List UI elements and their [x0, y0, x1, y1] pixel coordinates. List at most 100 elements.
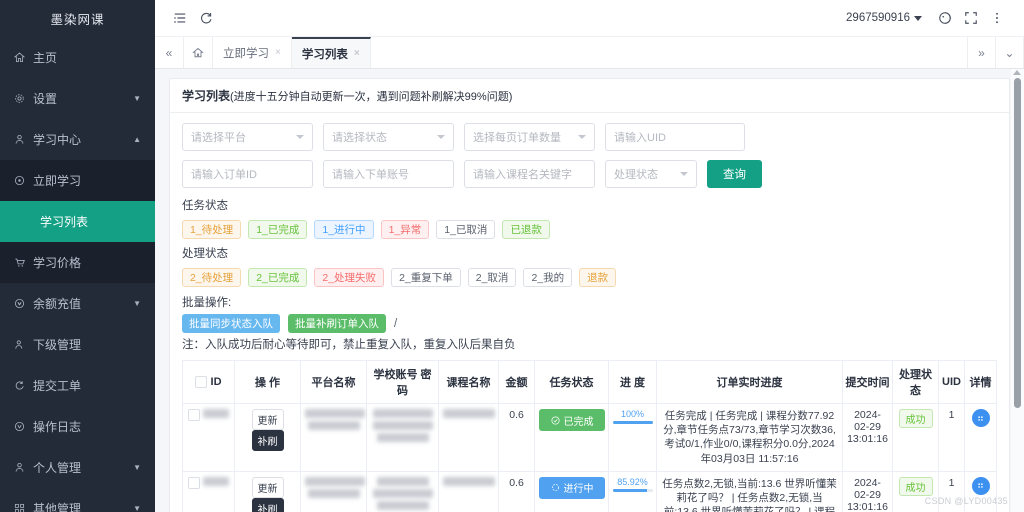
process-status-tag-failed[interactable]: 2_处理失败: [314, 268, 384, 287]
row-checkbox[interactable]: [188, 477, 200, 489]
home-icon[interactable]: [184, 37, 213, 68]
cart-icon: [14, 257, 31, 268]
sidebar-item-operation-log[interactable]: 操作日志: [0, 406, 155, 447]
cell-detail: [965, 404, 997, 472]
sidebar-item-label: 立即学习: [31, 172, 141, 189]
uid-input-placeholder: 请输入UID: [614, 129, 666, 145]
col-process-status: 处理状态: [893, 361, 939, 404]
account-input[interactable]: 请输入下单账号: [323, 160, 454, 188]
process-status-tag-mine[interactable]: 2_我的: [523, 268, 572, 287]
tabbar-dropdown-icon[interactable]: ⌄: [996, 37, 1024, 68]
process-status-title: 处理状态: [182, 245, 997, 261]
update-button[interactable]: 更新: [252, 409, 284, 430]
page-size-select[interactable]: 选择每页订单数量: [464, 123, 595, 151]
task-status-tag-pending[interactable]: 1_待处理: [182, 220, 241, 239]
process-status-tag-completed[interactable]: 2_已完成: [248, 268, 307, 287]
redacted-platform: [308, 489, 360, 498]
user-id-dropdown[interactable]: 2967590916: [846, 12, 922, 24]
cell-platform: [301, 471, 367, 512]
select-all-checkbox[interactable]: [195, 376, 207, 388]
chevron-down-icon: [437, 135, 445, 139]
cell-school-account: [367, 471, 439, 512]
query-button[interactable]: 查询: [707, 160, 762, 188]
sidebar-item-study-now[interactable]: 立即学习: [0, 160, 155, 201]
order-id-input-placeholder: 请输入订单ID: [191, 166, 257, 182]
task-status-badge[interactable]: 进行中: [539, 477, 605, 499]
tab-study-list[interactable]: 学习列表 ×: [292, 37, 371, 68]
tab-label: 立即学习: [223, 45, 269, 61]
order-id-input[interactable]: 请输入订单ID: [182, 160, 313, 188]
tab-study-now[interactable]: 立即学习 ×: [213, 37, 292, 68]
tabbar-collapse-left-icon[interactable]: «: [155, 37, 184, 68]
process-status-tag-duplicate[interactable]: 2_重复下单: [391, 268, 461, 287]
sidebar-item-label: 学习价格: [31, 254, 141, 271]
sidebar-item-label: 提交工单: [31, 377, 141, 394]
sidebar-item-label: 下级管理: [31, 336, 141, 353]
more-vertical-icon[interactable]: [984, 5, 1010, 31]
refresh-button[interactable]: 补刷: [252, 498, 284, 512]
target-icon: [14, 175, 31, 186]
refresh-icon[interactable]: [193, 5, 219, 31]
platform-select[interactable]: 请选择平台: [182, 123, 313, 151]
grid-dots-icon[interactable]: [972, 409, 990, 427]
process-status-tag-refund[interactable]: 退款: [579, 268, 616, 287]
close-icon[interactable]: ×: [275, 47, 281, 58]
ticket-icon: [14, 380, 31, 391]
sidebar-item-subordinate[interactable]: 下级管理: [0, 324, 155, 365]
cell-progress: 85.92%: [609, 471, 657, 512]
scroll-up-arrow-icon[interactable]: [1013, 70, 1021, 75]
col-operation: 操 作: [235, 361, 301, 404]
refresh-button[interactable]: 补刷: [252, 430, 284, 451]
palette-icon[interactable]: [932, 5, 958, 31]
sidebar-item-home[interactable]: 主页: [0, 37, 155, 78]
home-icon: [14, 52, 31, 63]
task-status-tag-completed[interactable]: 1_已完成: [248, 220, 307, 239]
process-status-select[interactable]: 处理状态: [605, 160, 697, 188]
fullscreen-icon[interactable]: [958, 5, 984, 31]
vertical-scrollbar-thumb[interactable]: [1014, 78, 1021, 408]
filter-row-2: 请输入订单ID 请输入下单账号 请输入课程名关键字 处理状态 查询: [182, 160, 997, 188]
process-status-tag-cancel[interactable]: 2_取消: [468, 268, 517, 287]
process-status-tag-pending[interactable]: 2_待处理: [182, 268, 241, 287]
chevron-down-icon: [914, 16, 922, 21]
hamburger-icon[interactable]: [167, 5, 193, 31]
close-icon[interactable]: ×: [354, 48, 360, 59]
cell-progress: 100%: [609, 404, 657, 472]
cell-amount: 0.6: [499, 471, 535, 512]
course-keyword-input[interactable]: 请输入课程名关键字: [464, 160, 595, 188]
task-status-tag-running[interactable]: 1_进行中: [314, 220, 373, 239]
task-status-tag-abnormal[interactable]: 1_异常: [381, 220, 430, 239]
sidebar-item-label: 其他管理: [31, 500, 133, 512]
sidebar-item-settings[interactable]: 设置 ▼: [0, 78, 155, 119]
tabbar-collapse-right-icon[interactable]: »: [968, 37, 996, 68]
sidebar-item-study-center[interactable]: 学习中心 ▲: [0, 119, 155, 160]
task-status-badge[interactable]: 已完成: [539, 409, 605, 431]
spinner-icon: [551, 483, 560, 492]
watermark: CSDN @LYD00435: [925, 496, 1008, 506]
account-input-placeholder: 请输入下单账号: [332, 166, 409, 182]
sidebar-item-personal[interactable]: 个人管理 ▼: [0, 447, 155, 488]
sidebar-item-submit-ticket[interactable]: 提交工单: [0, 365, 155, 406]
grid-dots-icon[interactable]: [972, 477, 990, 495]
sidebar-item-label: 余额充值: [31, 295, 133, 312]
status-select-placeholder: 请选择状态: [332, 129, 387, 145]
uid-input[interactable]: 请输入UID: [605, 123, 745, 151]
col-submit-time: 提交时间: [843, 361, 893, 404]
batch-refresh-button[interactable]: 批量补刷订单入队: [288, 314, 386, 333]
sidebar-item-balance-recharge[interactable]: 余额充值 ▼: [0, 283, 155, 324]
col-task-status: 任务状态: [535, 361, 609, 404]
sidebar-item-study-list[interactable]: 学习列表: [0, 201, 155, 242]
row-checkbox[interactable]: [188, 409, 200, 421]
batch-sync-button[interactable]: 批量同步状态入队: [182, 314, 280, 333]
platform-select-placeholder: 请选择平台: [191, 129, 246, 145]
process-status-badge: 成功: [899, 477, 933, 496]
redacted-platform: [305, 477, 365, 486]
update-button[interactable]: 更新: [252, 477, 284, 498]
col-realtime: 订单实时进度: [657, 361, 843, 404]
task-status-tag-refunded[interactable]: 已退款: [502, 220, 550, 239]
status-select[interactable]: 请选择状态: [323, 123, 454, 151]
cell-task-status: 进行中: [535, 471, 609, 512]
task-status-tag-cancelled[interactable]: 1_已取消: [436, 220, 495, 239]
sidebar-item-other[interactable]: 其他管理 ▼: [0, 488, 155, 512]
sidebar-item-study-price[interactable]: 学习价格: [0, 242, 155, 283]
